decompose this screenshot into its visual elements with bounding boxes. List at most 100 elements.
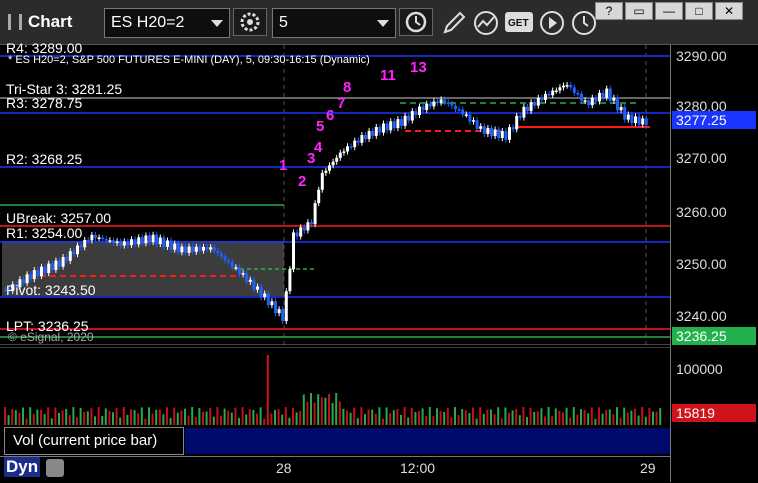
- volume-bar: [202, 411, 204, 425]
- volume-bar: [22, 407, 24, 425]
- maximize-button[interactable]: □: [685, 2, 713, 20]
- candle: [158, 237, 162, 245]
- candle: [130, 239, 133, 246]
- symbol-select[interactable]: ES H20=2: [104, 8, 230, 38]
- candle: [119, 241, 123, 246]
- clock-icon[interactable]: [399, 8, 433, 36]
- time-axis[interactable]: [0, 456, 670, 483]
- volume-bar: [554, 408, 557, 425]
- candle: [425, 103, 429, 110]
- interval-select[interactable]: 5: [272, 8, 396, 38]
- volume-bar: [140, 407, 143, 425]
- candle: [392, 121, 396, 129]
- alert-icon[interactable]: [570, 9, 598, 37]
- candle: [335, 157, 339, 162]
- candle: [115, 241, 119, 243]
- candle: [104, 239, 108, 241]
- volume-bar: [270, 413, 273, 425]
- candle: [79, 245, 83, 248]
- close-button[interactable]: ✕: [715, 2, 743, 20]
- candle: [346, 146, 349, 152]
- restore-button[interactable]: ▭: [625, 2, 653, 20]
- volume-bar: [306, 401, 309, 425]
- volume-bar: [547, 407, 550, 425]
- candle: [389, 121, 393, 131]
- chart-menu-icon[interactable]: [8, 14, 22, 30]
- candle: [90, 234, 94, 241]
- volume-bar: [25, 418, 28, 425]
- settings-gear-icon[interactable]: [233, 8, 267, 36]
- candle: [216, 250, 220, 254]
- volume-bar: [205, 411, 208, 425]
- volume-bar: [61, 410, 64, 425]
- volume-bar: [151, 413, 154, 425]
- pivot-label: Pivot: 3243.50: [6, 282, 96, 298]
- volume-bar: [198, 408, 201, 425]
- candle: [259, 286, 263, 298]
- candle: [320, 172, 324, 190]
- candle: [554, 90, 558, 92]
- volume-bar: [536, 411, 539, 425]
- volume-bar: [220, 415, 222, 425]
- candle: [331, 161, 335, 166]
- volume-bar: [468, 413, 471, 425]
- volume-bar: [144, 418, 147, 425]
- volume-bar: [317, 394, 320, 425]
- candle: [270, 301, 274, 306]
- candle: [547, 93, 551, 96]
- minimize-button[interactable]: —: [655, 2, 683, 20]
- candle: [126, 241, 130, 246]
- volume-bar: [522, 407, 525, 425]
- candle: [144, 235, 148, 244]
- volume-bar: [572, 407, 575, 425]
- lock-icon[interactable]: [46, 459, 64, 477]
- volume-bar: [659, 408, 662, 425]
- volume-bar: [18, 412, 21, 425]
- volume-bar: [428, 407, 431, 425]
- volume-bar: [378, 407, 381, 425]
- candle: [572, 87, 576, 93]
- volume-chart[interactable]: [0, 347, 670, 427]
- chevron-down-icon[interactable]: [377, 20, 389, 27]
- volume-bar: [54, 407, 57, 425]
- volume-bar: [274, 409, 276, 425]
- volume-bar: [288, 417, 291, 425]
- count-label: 8: [343, 79, 351, 96]
- candle: [187, 246, 191, 253]
- volume-bar: [472, 407, 474, 425]
- study-icon[interactable]: [472, 9, 500, 37]
- chevron-down-icon[interactable]: [211, 20, 223, 27]
- volume-bar: [342, 408, 345, 425]
- volume-bar: [230, 412, 233, 425]
- volume-bar: [223, 408, 226, 425]
- volume-bar: [238, 417, 240, 425]
- candle: [328, 165, 331, 171]
- candle: [32, 269, 36, 280]
- candle: [252, 279, 256, 290]
- candle: [299, 227, 303, 237]
- pencil-icon[interactable]: [440, 9, 468, 37]
- window-title: Chart: [28, 12, 73, 31]
- volume-bar: [248, 409, 251, 425]
- get-icon[interactable]: GET: [505, 12, 533, 32]
- candle: [227, 260, 231, 262]
- volume-pane-strip: [185, 428, 670, 454]
- help-button[interactable]: ?: [595, 2, 623, 20]
- play-icon[interactable]: [538, 9, 566, 37]
- candle: [508, 127, 511, 140]
- volume-bar: [497, 407, 500, 425]
- candle: [360, 134, 364, 143]
- current-price-flag: 3277.25: [672, 111, 756, 129]
- candle: [256, 286, 259, 290]
- candle: [234, 267, 238, 269]
- candle: [133, 239, 137, 245]
- dyn-label[interactable]: Dyn: [4, 457, 41, 477]
- candle: [446, 102, 450, 105]
- volume-bar: [518, 415, 521, 425]
- candle: [230, 261, 234, 268]
- volume-bar: [562, 412, 564, 425]
- candle: [108, 240, 112, 242]
- volume-bar: [169, 418, 172, 425]
- candle: [266, 293, 270, 306]
- candle: [151, 234, 155, 243]
